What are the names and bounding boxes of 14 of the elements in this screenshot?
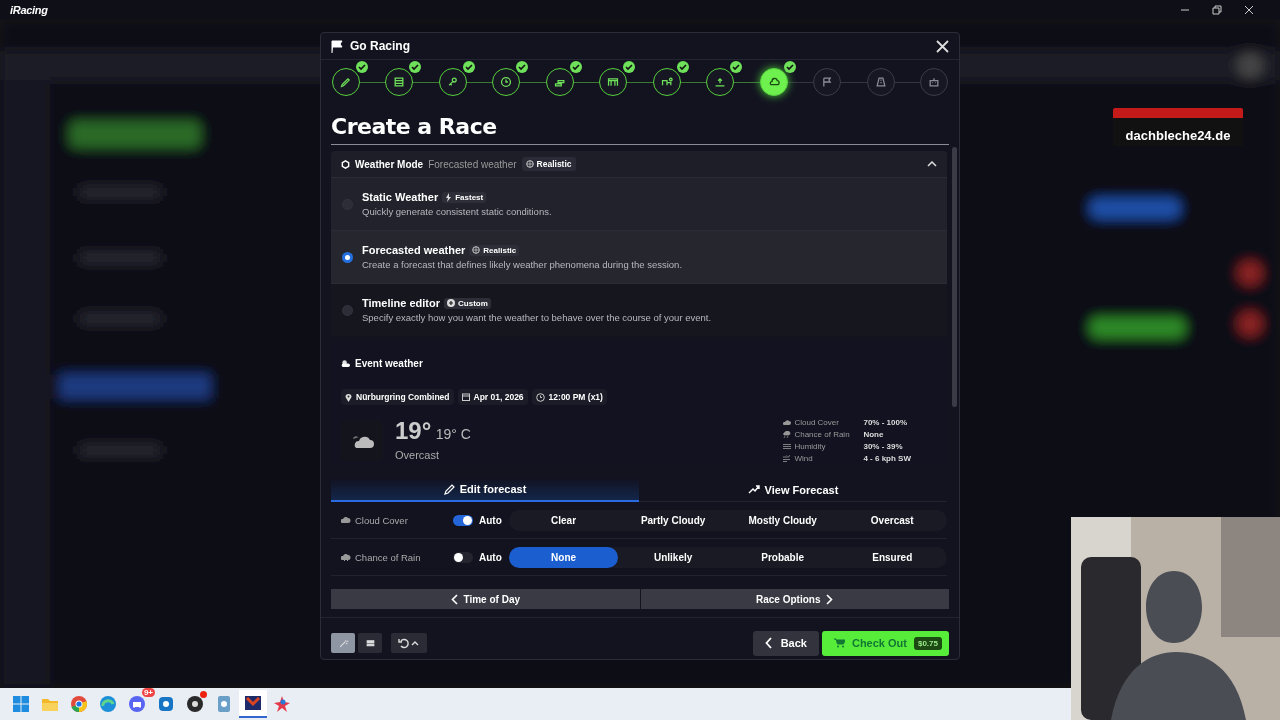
notification-badge: 9+: [141, 688, 155, 697]
app-icon: [244, 694, 262, 712]
app-icon: [215, 695, 233, 713]
app-icon: [12, 695, 30, 713]
app-icon: [70, 695, 88, 713]
close-icon[interactable]: [1244, 5, 1254, 15]
app-icon: [273, 695, 291, 713]
app-icon: [186, 695, 204, 713]
taskbar-app-button[interactable]: [239, 690, 267, 718]
app-icon: [157, 695, 175, 713]
restore-icon[interactable]: [1212, 5, 1222, 15]
app-logo: iRacing: [10, 4, 48, 16]
app-icon: [128, 695, 146, 713]
app-icon: [99, 695, 117, 713]
